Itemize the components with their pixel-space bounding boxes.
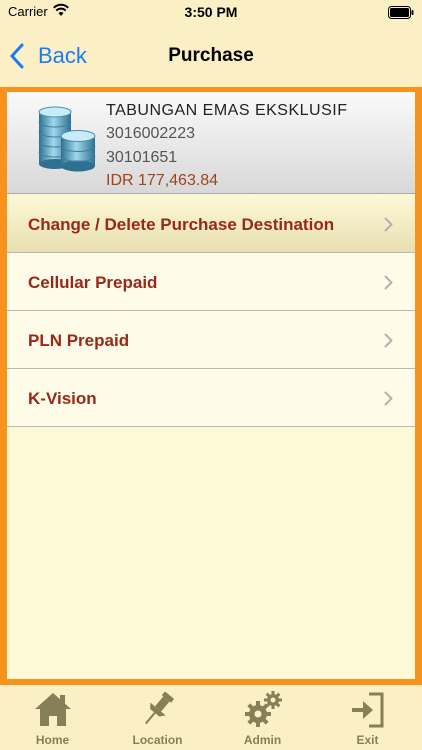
navigation-bar: Back Purchase — [0, 26, 422, 87]
chevron-right-icon — [384, 275, 393, 290]
tab-label: Home — [35, 733, 70, 747]
tab-location[interactable]: Location — [105, 685, 210, 750]
pushpin-icon — [145, 691, 174, 725]
status-time: 3:50 PM — [184, 4, 238, 20]
status-bar: Carrier 3:50 PM — [0, 0, 422, 26]
gears-icon — [245, 691, 282, 727]
menu-item-purchase-destination[interactable]: Change / Delete Purchase Destination — [7, 195, 415, 253]
content-panel: TABUNGAN EMAS EKSKLUSIF 3016002223 30101… — [7, 92, 415, 679]
chevron-right-icon — [384, 391, 393, 406]
menu-item-cellular-prepaid[interactable]: Cellular Prepaid — [7, 253, 415, 311]
tab-label: Location — [132, 733, 183, 747]
menu-item-label: Cellular Prepaid — [28, 273, 158, 292]
account-header: TABUNGAN EMAS EKSKLUSIF 3016002223 30101… — [7, 92, 415, 194]
home-icon — [35, 693, 71, 726]
coins-icon — [38, 106, 96, 172]
purchase-menu: Change / Delete Purchase Destination Cel… — [7, 195, 415, 427]
menu-item-pln-prepaid[interactable]: PLN Prepaid — [7, 311, 415, 369]
account-number: 3016002223 — [106, 125, 195, 142]
account-sub-number: 30101651 — [106, 149, 178, 166]
exit-icon — [352, 692, 384, 728]
chevron-right-icon — [384, 333, 393, 348]
menu-item-label: Change / Delete Purchase Destination — [28, 215, 335, 234]
menu-item-label: K-Vision — [28, 389, 97, 408]
chevron-right-icon — [384, 217, 393, 232]
tab-exit[interactable]: Exit — [315, 685, 420, 750]
page-title: Purchase — [168, 45, 254, 66]
content-frame: TABUNGAN EMAS EKSKLUSIF 3016002223 30101… — [0, 87, 422, 685]
tab-label: Admin — [243, 733, 282, 747]
account-name: TABUNGAN EMAS EKSKLUSIF — [106, 102, 348, 119]
account-balance: IDR 177,463.84 — [106, 172, 219, 189]
tab-admin[interactable]: Admin — [210, 685, 315, 750]
tab-bar: Home Location Admin Exit — [0, 685, 422, 750]
tab-home[interactable]: Home — [0, 685, 105, 750]
menu-item-k-vision[interactable]: K-Vision — [7, 369, 415, 427]
battery-icon — [388, 6, 414, 19]
tab-label: Exit — [356, 733, 379, 747]
menu-item-label: PLN Prepaid — [28, 331, 130, 350]
